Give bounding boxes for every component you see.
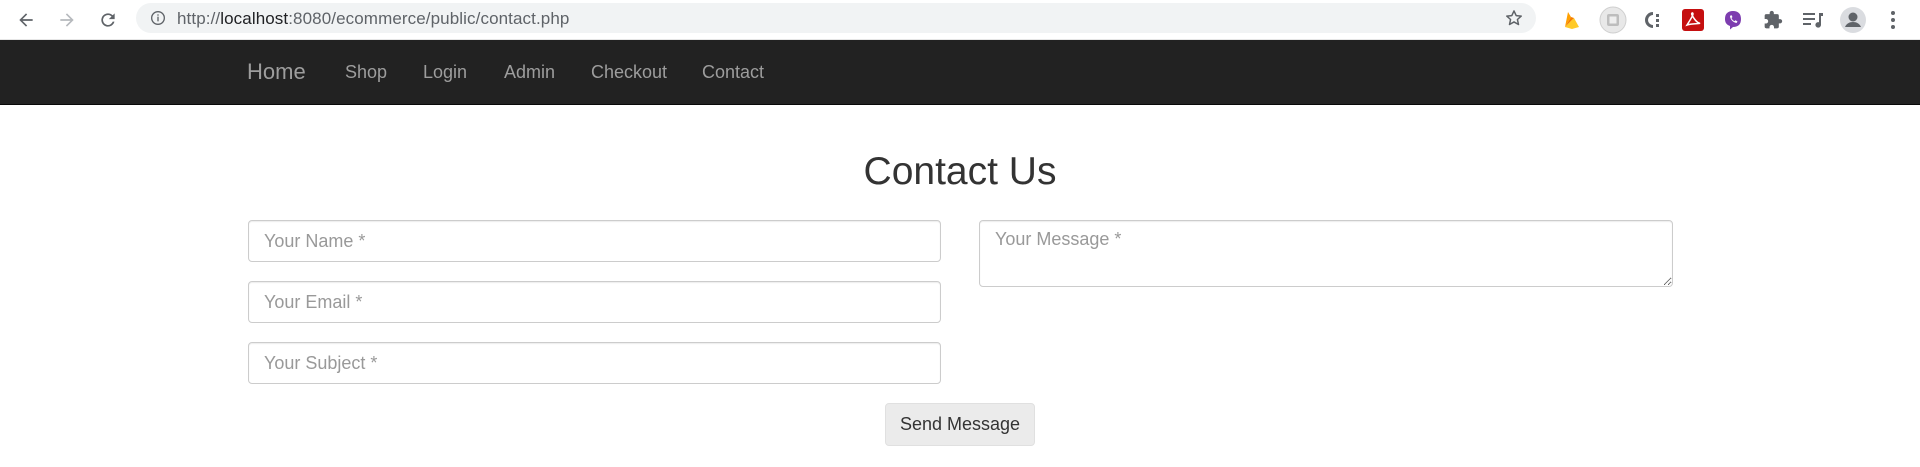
subject-input[interactable]	[248, 342, 941, 384]
nav-brand-home[interactable]: Home	[247, 59, 306, 85]
viber-icon[interactable]	[1718, 5, 1748, 35]
firebase-icon[interactable]	[1557, 5, 1587, 35]
message-textarea[interactable]	[979, 220, 1673, 287]
reading-list-icon[interactable]	[1798, 5, 1828, 35]
url-scheme: http://	[177, 9, 221, 28]
arrow-left-icon	[19, 13, 33, 27]
site-navbar: Home Shop Login Admin Checkout Contact	[0, 40, 1920, 105]
nav-link-contact[interactable]: Contact	[702, 62, 764, 83]
nav-link-admin[interactable]: Admin	[504, 62, 555, 83]
nav-link-login[interactable]: Login	[423, 62, 467, 83]
url-host: localhost	[220, 9, 289, 28]
name-input[interactable]	[248, 220, 941, 262]
pdf-icon[interactable]	[1678, 5, 1708, 35]
menu-icon[interactable]	[1878, 5, 1908, 35]
puzzle-icon[interactable]	[1758, 5, 1788, 35]
email-input[interactable]	[248, 281, 941, 323]
address-bar[interactable]: http://localhost:8080/ecommerce/public/c…	[136, 3, 1536, 33]
forward-button[interactable]	[53, 6, 81, 34]
reload-icon	[101, 13, 115, 27]
c-extension-icon[interactable]	[1638, 5, 1668, 35]
back-button[interactable]	[12, 6, 40, 34]
info-icon[interactable]	[150, 10, 166, 31]
star-icon[interactable]	[1504, 8, 1524, 33]
nav-link-checkout[interactable]: Checkout	[591, 62, 667, 83]
arrow-right-icon	[60, 13, 74, 27]
tracker-icon[interactable]	[1598, 5, 1628, 35]
page-title: Contact Us	[863, 150, 1057, 193]
url-text: http://localhost:8080/ecommerce/public/c…	[177, 9, 569, 29]
browser-toolbar: http://localhost:8080/ecommerce/public/c…	[0, 0, 1920, 40]
profile-icon[interactable]	[1838, 5, 1868, 35]
send-message-button[interactable]: Send Message	[885, 403, 1035, 446]
nav-link-shop[interactable]: Shop	[345, 62, 387, 83]
url-path: :8080/ecommerce/public/contact.php	[288, 9, 570, 28]
reload-button[interactable]	[94, 6, 122, 34]
